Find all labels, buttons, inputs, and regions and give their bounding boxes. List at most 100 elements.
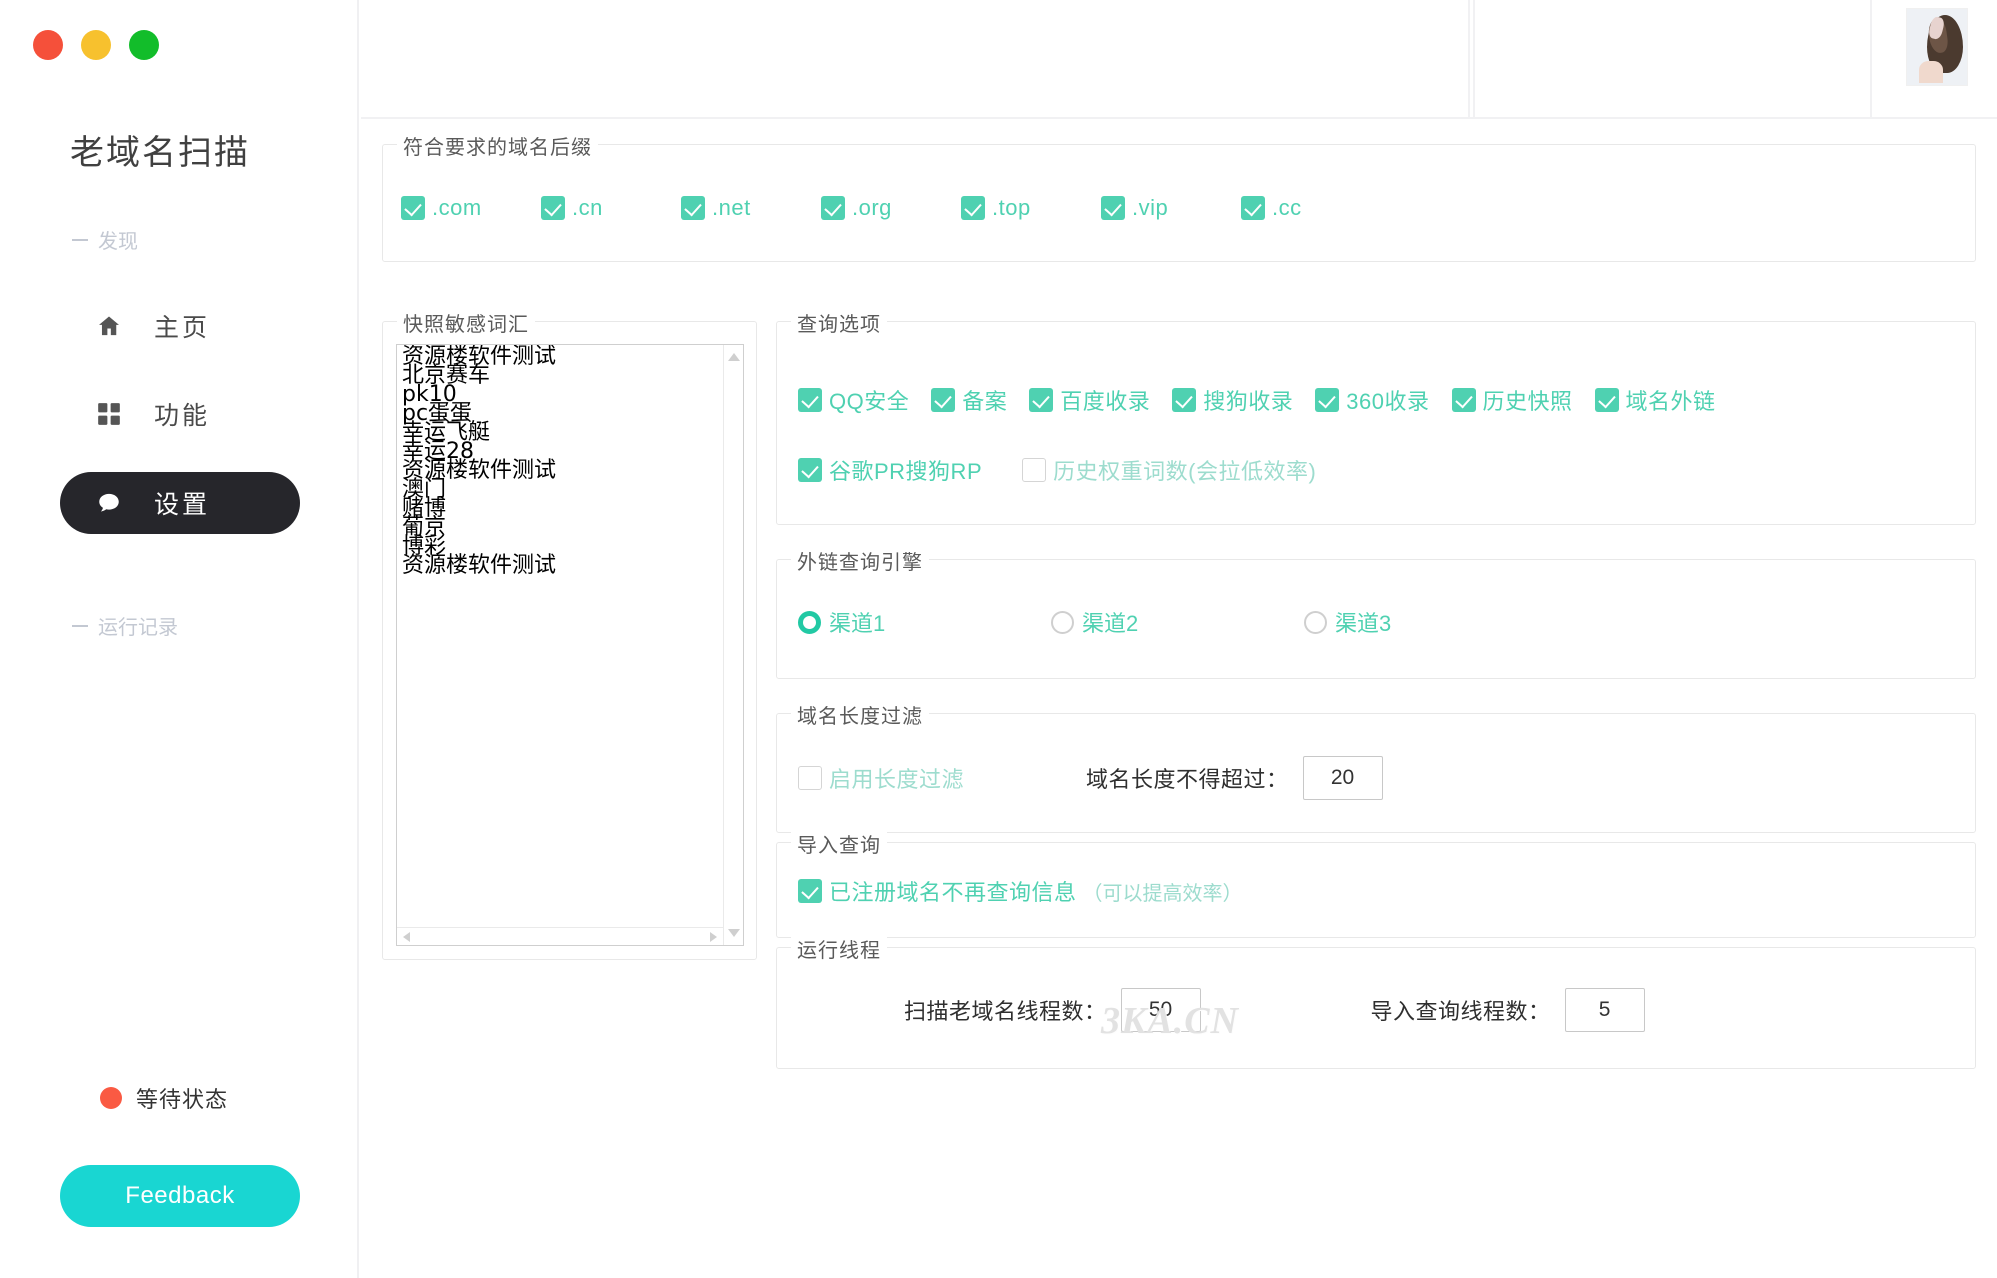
query-checkbox-baidu-index[interactable]: 百度收录 <box>1029 384 1150 416</box>
scroll-right-icon[interactable] <box>710 932 717 942</box>
scroll-down-icon[interactable] <box>728 929 740 937</box>
radio-icon <box>1304 610 1327 634</box>
domain-suffix-group: 符合要求的域名后缀 .com .cn .net .org .top .vip .… <box>382 131 1976 262</box>
horizontal-scrollbar[interactable] <box>397 927 723 945</box>
checkbox-icon <box>961 196 985 220</box>
sidebar-item-functions[interactable]: 功能 <box>60 383 300 445</box>
sensitive-words-list: 资源楼软件测试 北京赛车 pk10 pc蛋蛋 幸运飞艇 幸运28 资源楼软件测试… <box>402 346 712 577</box>
suffix-checkbox-top[interactable]: .top <box>961 195 1101 221</box>
suffix-checkbox-com[interactable]: .com <box>401 195 541 221</box>
max-length-input[interactable] <box>1302 756 1383 800</box>
query-checkbox-google-pr[interactable]: 谷歌PR搜狗RP <box>798 454 982 486</box>
sidebar: 老域名扫描 发现 主页 功能 设置 运行记录 等待状态 Feedback <box>0 0 359 1278</box>
checkbox-icon <box>821 196 845 220</box>
checkbox-icon <box>541 196 565 220</box>
window-controls <box>33 30 159 60</box>
max-length-label: 域名长度不得超过： <box>1086 767 1289 792</box>
checkbox-icon <box>1315 388 1340 412</box>
vertical-scrollbar[interactable] <box>723 345 743 945</box>
engine-radio-channel-2[interactable]: 渠道2 <box>1051 606 1304 638</box>
query-label-backlinks: 域名外链 <box>1625 389 1716 414</box>
domain-suffix-row: .com .cn .net .org .top .vip .cc <box>401 195 1381 221</box>
sensitive-words-listbox[interactable]: 资源楼软件测试 北京赛车 pk10 pc蛋蛋 幸运飞艇 幸运28 资源楼软件测试… <box>396 344 744 946</box>
scan-threads-label: 扫描老域名线程数： <box>904 999 1107 1024</box>
suffix-checkbox-vip[interactable]: .vip <box>1101 195 1241 221</box>
checkbox-icon <box>681 196 705 220</box>
import-query-row: 已注册域名不再查询信息 （可以提高效率） <box>798 875 1243 907</box>
query-label-history-weight-words: 历史权重词数(会拉低效率) <box>1053 459 1317 484</box>
header-divider-2 <box>1473 0 1475 118</box>
sidebar-item-settings-label: 设置 <box>154 491 211 519</box>
query-checkbox-history-snapshot[interactable]: 历史快照 <box>1451 384 1573 416</box>
query-label-icp: 备案 <box>962 389 1008 414</box>
list-item[interactable]: 资源楼软件测试 <box>402 555 712 577</box>
maximize-window-button[interactable] <box>129 30 159 60</box>
engine-radio-channel-3[interactable]: 渠道3 <box>1304 606 1557 638</box>
query-options-group: 查询选项 QQ安全 备案 百度收录 搜狗收录 360收录 历史快照 域名外链 谷… <box>776 308 1976 525</box>
query-checkbox-360-index[interactable]: 360收录 <box>1315 384 1429 416</box>
scroll-left-icon[interactable] <box>403 932 410 942</box>
list-item[interactable]: 葡京 <box>402 517 712 539</box>
sidebar-item-home-label: 主页 <box>154 314 211 342</box>
checkbox-icon <box>798 458 822 482</box>
sensitive-words-legend: 快照敏感词汇 <box>397 308 535 337</box>
backlink-engine-row: 渠道1 渠道2 渠道3 <box>798 606 1557 638</box>
query-label-qq-security: QQ安全 <box>829 389 910 414</box>
header-divider-3 <box>1870 0 1872 118</box>
domain-length-filter-legend: 域名长度过滤 <box>791 700 929 729</box>
enable-length-filter-label: 启用长度过滤 <box>829 767 965 792</box>
suffix-checkbox-cn[interactable]: .cn <box>541 195 681 221</box>
checkbox-icon <box>931 388 956 412</box>
settings-panel: 符合要求的域名后缀 .com .cn .net .org .top .vip .… <box>361 119 1997 1278</box>
suffix-checkbox-cc[interactable]: .cc <box>1241 195 1381 221</box>
enable-length-filter-checkbox[interactable]: 启用长度过滤 <box>798 762 964 794</box>
query-checkbox-history-weight-words[interactable]: 历史权重词数(会拉低效率) <box>1022 454 1316 486</box>
app-window: 老域名扫描 发现 主页 功能 设置 运行记录 等待状态 Feedback 符合要… <box>0 0 1997 1278</box>
query-checkbox-sogou-index[interactable]: 搜狗收录 <box>1172 384 1293 416</box>
header-bar <box>361 0 1997 119</box>
home-icon <box>96 313 122 339</box>
app-title: 老域名扫描 <box>70 134 250 172</box>
query-checkbox-backlinks[interactable]: 域名外链 <box>1594 384 1716 416</box>
sidebar-item-home[interactable]: 主页 <box>60 295 300 357</box>
import-threads-input[interactable] <box>1564 988 1645 1032</box>
domain-length-filter-row: 启用长度过滤 域名长度不得超过： <box>798 756 1383 800</box>
list-item[interactable]: 资源楼软件测试 <box>402 460 712 482</box>
engine-label-channel-1: 渠道1 <box>829 611 886 636</box>
query-options-legend: 查询选项 <box>791 308 887 337</box>
sensitive-words-group: 快照敏感词汇 资源楼软件测试 北京赛车 pk10 pc蛋蛋 幸运飞艇 幸运28 … <box>382 308 757 960</box>
minimize-window-button[interactable] <box>81 30 111 60</box>
query-label-sogou-index: 搜狗收录 <box>1203 389 1294 414</box>
engine-radio-channel-1[interactable]: 渠道1 <box>798 606 1051 638</box>
avatar[interactable] <box>1906 8 1968 86</box>
sidebar-item-settings[interactable]: 设置 <box>60 472 300 534</box>
checkbox-icon <box>1594 388 1619 412</box>
query-label-google-pr: 谷歌PR搜狗RP <box>829 459 983 484</box>
checkbox-icon <box>798 766 822 790</box>
close-window-button[interactable] <box>33 30 63 60</box>
query-label-360-index: 360收录 <box>1346 389 1430 414</box>
scroll-up-icon[interactable] <box>728 353 740 361</box>
suffix-label-com: .com <box>432 195 482 220</box>
scan-threads-input[interactable] <box>1120 988 1201 1032</box>
header-divider-1 <box>1468 0 1470 118</box>
chat-icon <box>96 490 122 516</box>
list-item[interactable]: 赌博 <box>402 498 712 520</box>
suffix-checkbox-net[interactable]: .net <box>681 195 821 221</box>
suffix-label-org: .org <box>852 195 892 220</box>
import-query-group: 导入查询 已注册域名不再查询信息 （可以提高效率） <box>776 829 1976 938</box>
skip-registered-domains-checkbox[interactable]: 已注册域名不再查询信息 <box>798 875 1077 907</box>
feedback-button[interactable]: Feedback <box>60 1165 300 1227</box>
checkbox-icon <box>1172 388 1197 412</box>
skip-registered-domains-note: （可以提高效率） <box>1082 882 1243 905</box>
suffix-checkbox-org[interactable]: .org <box>821 195 961 221</box>
run-threads-group: 运行线程 扫描老域名线程数： 导入查询线程数： <box>776 934 1976 1069</box>
query-checkbox-qq-security[interactable]: QQ安全 <box>798 384 909 416</box>
sidebar-group-discover-label: 发现 <box>98 231 138 253</box>
query-checkbox-icp[interactable]: 备案 <box>931 384 1007 416</box>
query-options-row-2: 谷歌PR搜狗RP 历史权重词数(会拉低效率) <box>798 454 1316 486</box>
sidebar-group-discover: 发现 <box>72 225 138 254</box>
status-text: 等待状态 <box>136 1087 229 1112</box>
avatar-shoulder <box>1919 61 1943 83</box>
query-label-baidu-index: 百度收录 <box>1060 389 1151 414</box>
